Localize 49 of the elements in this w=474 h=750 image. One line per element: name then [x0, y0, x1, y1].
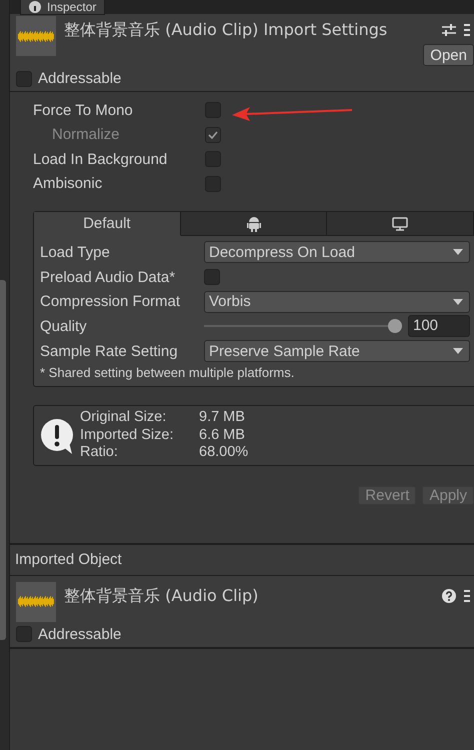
caret-icon	[453, 298, 463, 305]
asset-title: 整体背景音乐 (Audio Clip)	[64, 584, 260, 607]
info-value: 68.00%	[199, 444, 248, 462]
monitor-icon	[392, 216, 408, 230]
asset-title: 整体背景音乐 (Audio Clip) Import Settings	[64, 19, 388, 41]
caret-icon	[453, 249, 463, 256]
number-field[interactable]: 100	[408, 315, 470, 338]
setting-label: Preload Audio Data*	[40, 268, 176, 286]
help-icon	[442, 588, 456, 603]
setting-label: Quality	[40, 318, 88, 335]
kebab-menu-icon	[464, 588, 470, 603]
info-icon	[29, 1, 41, 13]
inspector-tab[interactable]: Inspector	[20, 0, 106, 15]
dropdown[interactable]: Decompress On Load	[204, 241, 470, 264]
settings-sliders-icon	[442, 23, 456, 37]
checkbox-label: Addressable	[38, 626, 122, 643]
scrollbar[interactable]	[0, 280, 6, 640]
checkbox[interactable]	[204, 269, 220, 286]
info-value: 6.6 MB	[199, 426, 246, 444]
setting-label: Load Type	[40, 244, 111, 261]
option-label: Force To Mono	[33, 102, 134, 119]
open-button[interactable]: Open	[423, 44, 474, 66]
dropdown[interactable]: Vorbis	[204, 290, 470, 313]
option-label: Load In Background	[33, 150, 168, 168]
platform-tab[interactable]: Default	[34, 212, 181, 236]
checkmark-icon	[208, 130, 218, 139]
checkbox[interactable]	[16, 70, 32, 86]
kebab-menu-icon	[464, 23, 470, 37]
footnote: * Shared setting between multiple platforms.	[40, 364, 296, 380]
checkbox[interactable]	[16, 626, 32, 642]
warning-speech-bubble-icon	[40, 418, 74, 454]
android-tab[interactable]	[180, 212, 328, 236]
info-label: Original Size:	[80, 409, 168, 427]
setting-label: Sample Rate Setting	[40, 342, 179, 360]
tab-label: Inspector	[47, 0, 96, 14]
info-label: Ratio:	[80, 444, 119, 462]
caret-icon	[453, 348, 463, 354]
desktop-tab[interactable]	[327, 212, 474, 236]
waveform-icon	[18, 596, 54, 608]
slider-thumb[interactable]	[388, 319, 402, 334]
setting-label: Compression Format	[40, 293, 182, 310]
dropdown[interactable]: Preserve Sample Rate	[204, 340, 470, 362]
waveform-icon	[18, 30, 54, 42]
option-label: Ambisonic	[33, 175, 104, 192]
info-label: Imported Size:	[80, 426, 174, 444]
android-icon	[246, 216, 260, 232]
info-value: 9.7 MB	[199, 409, 246, 427]
option-label: Normalize	[51, 126, 121, 144]
checkbox-label: Addressable	[38, 70, 122, 87]
